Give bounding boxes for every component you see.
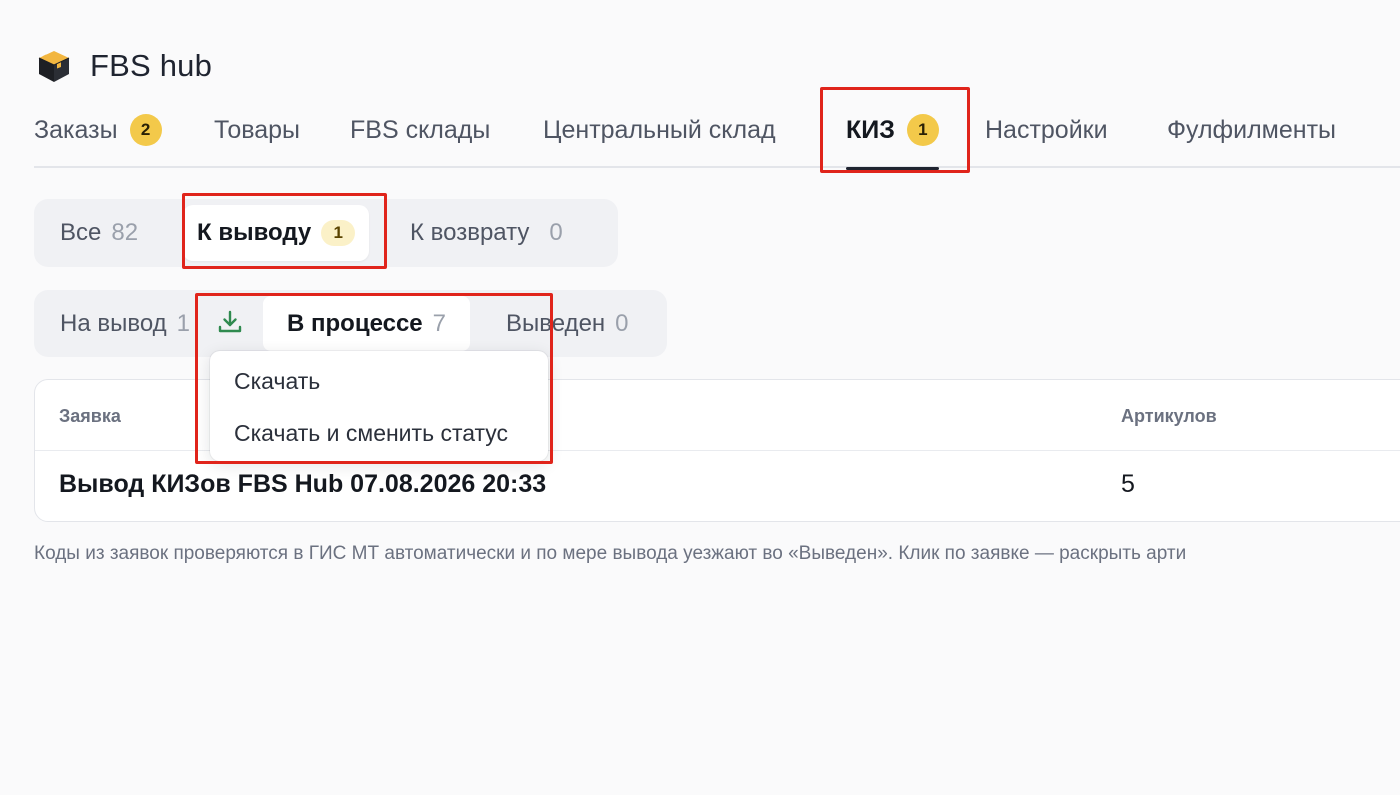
filter-to-withdraw[interactable]: К выводу 1 bbox=[183, 205, 370, 261]
filter-all-count: 82 bbox=[111, 219, 139, 246]
tab-central-warehouse-label: Центральный склад bbox=[543, 115, 776, 144]
package-box-icon bbox=[36, 48, 72, 84]
articles-count-cell: 5 bbox=[1121, 470, 1135, 498]
tab-fulfillments[interactable]: Фулфилменты bbox=[1167, 104, 1336, 156]
tab-orders[interactable]: Заказы 2 bbox=[34, 104, 162, 156]
status-filter-segmented: На вывод 1 В процессе 7 Выведен 0 bbox=[34, 290, 667, 357]
request-name-cell: Вывод КИЗов FBS Hub 07.08.2026 20:33 bbox=[59, 470, 547, 498]
tab-fbs-warehouses[interactable]: FBS склады bbox=[350, 104, 490, 156]
tab-fulfillments-label: Фулфилменты bbox=[1167, 115, 1336, 144]
tab-orders-label: Заказы bbox=[34, 115, 118, 144]
tab-central-warehouse[interactable]: Центральный склад bbox=[543, 104, 776, 156]
tab-settings-label: Настройки bbox=[985, 115, 1108, 144]
filter-all-label: Все bbox=[60, 219, 102, 246]
status-withdrawn-count: 0 bbox=[615, 309, 629, 337]
tab-products[interactable]: Товары bbox=[214, 104, 300, 156]
tab-products-label: Товары bbox=[214, 115, 300, 144]
app-root: FBS hub Заказы 2 Товары FBS склады Центр… bbox=[0, 0, 1400, 795]
app-logo[interactable]: FBS hub bbox=[36, 48, 212, 84]
filter-to-return-label: К возврату bbox=[410, 219, 530, 246]
primary-filter-segmented: Все 82 К выводу 1 К возврату 0 bbox=[34, 199, 618, 267]
menu-item-download[interactable]: Скачать bbox=[234, 368, 320, 395]
column-header-request: Заявка bbox=[59, 406, 121, 426]
orders-count-badge: 2 bbox=[129, 114, 162, 146]
filter-to-return-count: 0 bbox=[549, 219, 563, 246]
app-title: FBS hub bbox=[90, 48, 213, 83]
tab-settings[interactable]: Настройки bbox=[985, 104, 1108, 156]
filter-to-return[interactable]: К возврату 0 bbox=[410, 199, 563, 267]
help-footnote: Коды из заявок проверяются в ГИС МТ авто… bbox=[34, 543, 1187, 564]
kiz-count-badge: 1 bbox=[906, 114, 939, 146]
filter-to-withdraw-label: К выводу bbox=[197, 219, 312, 246]
status-in-progress[interactable]: В процессе 7 bbox=[263, 296, 471, 351]
tab-fbs-warehouses-label: FBS склады bbox=[350, 115, 491, 144]
status-to-withdraw-count: 1 bbox=[176, 309, 191, 337]
filter-all[interactable]: Все 82 bbox=[60, 199, 138, 267]
status-in-progress-count: 7 bbox=[432, 309, 447, 337]
download-dropdown-menu: Скачать Скачать и сменить статус bbox=[210, 351, 548, 461]
status-withdrawn[interactable]: Выведен 0 bbox=[506, 290, 629, 357]
menu-item-download-and-change-status[interactable]: Скачать и сменить статус bbox=[234, 420, 508, 447]
tab-kiz[interactable]: КИЗ 1 bbox=[846, 104, 939, 170]
download-button[interactable] bbox=[210, 304, 250, 344]
filter-to-withdraw-badge: 1 bbox=[321, 220, 356, 246]
status-withdrawn-label: Выведен bbox=[506, 309, 606, 337]
status-to-withdraw[interactable]: На вывод 1 bbox=[60, 290, 190, 357]
download-icon bbox=[216, 308, 244, 341]
top-navigation: Заказы 2 Товары FBS склады Центральный с… bbox=[34, 104, 1400, 170]
column-header-articles: Артикулов bbox=[1121, 406, 1217, 426]
tab-kiz-label: КИЗ bbox=[846, 115, 895, 144]
status-in-progress-label: В процессе bbox=[287, 309, 423, 337]
status-to-withdraw-label: На вывод bbox=[60, 309, 167, 337]
